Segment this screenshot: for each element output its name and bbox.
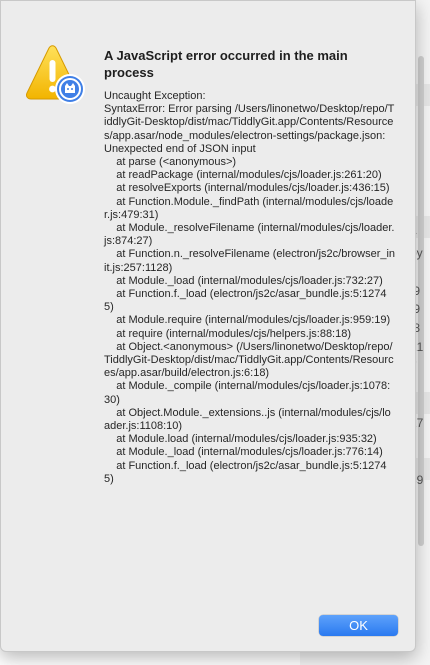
error-alert-dialog: A JavaScript error occurred in the main … (0, 0, 416, 652)
error-message: Uncaught Exception: SyntaxError: Error p… (104, 90, 396, 485)
dialog-title: A JavaScript error occurred in the main … (104, 48, 348, 80)
warning-icon (21, 45, 87, 107)
ok-button[interactable]: OK (319, 615, 398, 636)
app-badge-icon (55, 74, 85, 104)
